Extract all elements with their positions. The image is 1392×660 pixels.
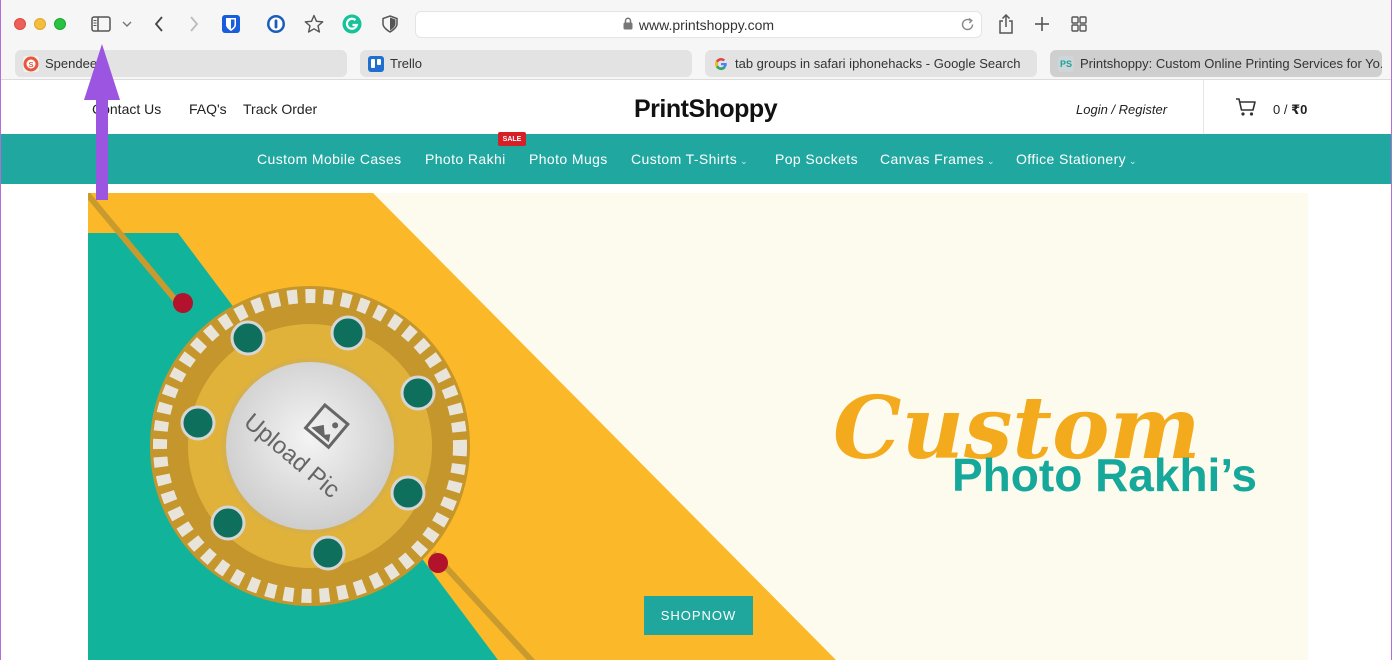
minimize-window-button[interactable]	[34, 18, 46, 30]
site-header: Contact Us FAQ's Track Order PrintShoppy…	[0, 80, 1392, 134]
back-icon[interactable]	[150, 12, 168, 36]
sale-badge: SALE	[498, 132, 526, 146]
star-icon[interactable]	[304, 12, 324, 36]
cart-amount: ₹0	[1291, 102, 1308, 117]
cart-count: 0 /	[1273, 102, 1292, 117]
header-divider	[1203, 80, 1204, 134]
shop-now-button[interactable]: SHOPNOW	[644, 596, 753, 635]
track-order-link[interactable]: Track Order	[243, 101, 317, 117]
nav-custom-t-shirts[interactable]: Custom T-Shirts ⌄	[631, 151, 748, 167]
nav-pop-sockets[interactable]: Pop Sockets	[775, 151, 858, 167]
cart-icon[interactable]	[1235, 97, 1257, 122]
onepassword-icon[interactable]	[266, 12, 286, 36]
tab-label: Printshoppy: Custom Online Printing Serv…	[1080, 56, 1382, 71]
tab-overview-icon[interactable]	[1070, 12, 1088, 36]
svg-text:S: S	[28, 59, 33, 68]
lock-icon	[623, 17, 633, 33]
nav-label: Canvas Frames	[880, 151, 985, 167]
nav-photo-mugs[interactable]: Photo Mugs	[529, 151, 608, 167]
nav-label: Custom T-Shirts	[631, 151, 738, 167]
chevron-down-icon: ⌄	[987, 156, 995, 166]
tab-bar: S Spendee Trello tab groups in safari ip…	[0, 48, 1392, 80]
google-favicon-icon	[713, 56, 729, 72]
hero-banner[interactable]: Upload Pic Custom Photo Rakhi’s	[88, 193, 1308, 660]
new-tab-icon[interactable]	[1033, 12, 1051, 36]
share-icon[interactable]	[996, 12, 1016, 36]
tab-label: Trello	[390, 56, 423, 71]
zoom-window-button[interactable]	[54, 18, 66, 30]
nav-label: Photo Rakhi	[425, 151, 506, 167]
browser-toolbar: www.printshoppy.com	[0, 0, 1392, 48]
tab-google-search[interactable]: tab groups in safari iphonehacks - Googl…	[705, 50, 1037, 77]
spendee-favicon-icon: S	[23, 55, 39, 72]
nav-label: Custom Mobile Cases	[257, 151, 402, 167]
reload-icon[interactable]	[960, 17, 975, 35]
category-nav: Custom Mobile Cases Photo Rakhi Photo Mu…	[0, 134, 1392, 184]
chevron-down-icon: ⌄	[1129, 156, 1137, 166]
tab-printshoppy[interactable]: PS Printshoppy: Custom Online Printing S…	[1050, 50, 1382, 77]
tab-trello[interactable]: Trello	[360, 50, 692, 77]
forward-icon[interactable]	[185, 12, 203, 36]
printshoppy-favicon-icon: PS	[1058, 55, 1074, 72]
shield-icon[interactable]	[381, 12, 399, 36]
site-logo[interactable]: PrintShoppy	[634, 95, 778, 124]
chevron-down-icon[interactable]	[121, 12, 133, 36]
nav-photo-rakhi[interactable]: Photo Rakhi	[425, 151, 506, 167]
rakhi-ornament	[150, 286, 470, 606]
rakhi-bead	[173, 293, 193, 313]
url-text: www.printshoppy.com	[638, 16, 775, 33]
nav-label: Photo Mugs	[529, 151, 608, 167]
grammarly-icon[interactable]	[342, 12, 362, 36]
tab-label: tab groups in safari iphonehacks - Googl…	[735, 56, 1021, 71]
bitwarden-icon[interactable]	[221, 12, 241, 36]
rakhi-bead	[428, 553, 448, 573]
nav-canvas-frames[interactable]: Canvas Frames ⌄	[880, 151, 995, 167]
login-register-link[interactable]: Login / Register	[1076, 102, 1167, 117]
nav-label: Pop Sockets	[775, 151, 858, 167]
tab-spendee[interactable]: S Spendee	[15, 50, 347, 77]
annotation-arrow-icon	[84, 44, 120, 200]
close-window-button[interactable]	[14, 18, 26, 30]
cart-total[interactable]: 0 / ₹0	[1273, 102, 1307, 118]
nav-office-stationery[interactable]: Office Stationery ⌄	[1016, 151, 1137, 167]
window-border	[0, 0, 1, 660]
trello-favicon-icon	[368, 55, 384, 72]
nav-custom-mobile-cases[interactable]: Custom Mobile Cases	[257, 151, 402, 167]
sidebar-icon[interactable]	[90, 12, 112, 36]
chevron-down-icon: ⌄	[740, 156, 749, 166]
address-bar[interactable]: www.printshoppy.com	[415, 11, 982, 38]
nav-label: Office Stationery	[1016, 151, 1127, 167]
faq-link[interactable]: FAQ's	[189, 101, 227, 117]
hero-title: Photo Rakhi’s	[952, 449, 1257, 501]
